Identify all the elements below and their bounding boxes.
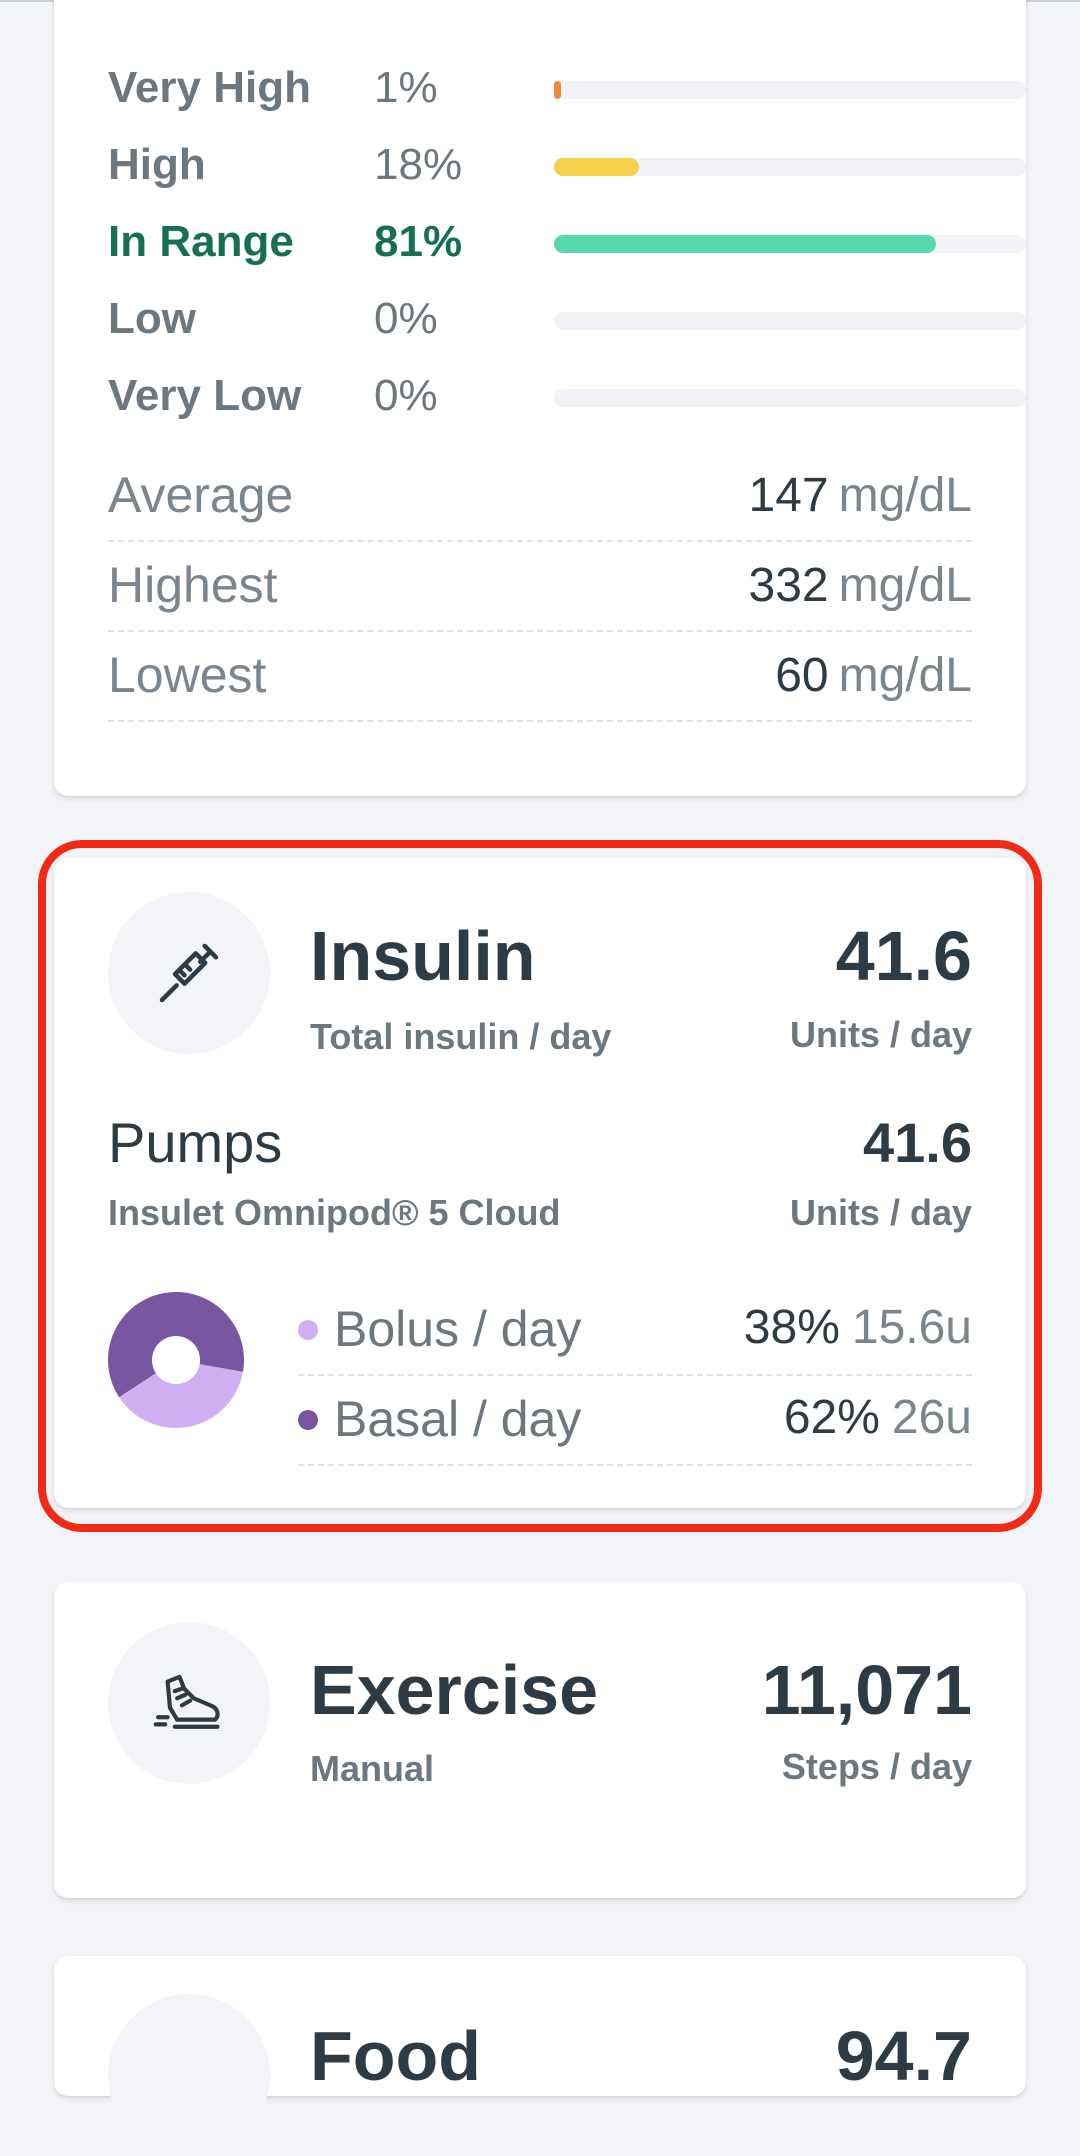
range-label: High: [108, 140, 206, 189]
exercise-card[interactable]: Exercise Manual 11,071 Steps / day: [54, 1582, 1026, 1898]
food-total: 94.7: [835, 2017, 972, 2095]
range-label: Very High: [108, 63, 311, 112]
sneaker-icon: [108, 1622, 270, 1784]
stat-label: Highest: [108, 557, 278, 613]
insulin-total: 41.6: [835, 917, 972, 995]
range-bar-track: [554, 158, 1026, 176]
bolus-value: 38% 15.6u: [743, 1301, 972, 1354]
exercise-subtitle: Manual: [310, 1748, 435, 1789]
bolus-basal-donut-chart: [108, 1292, 244, 1428]
range-row-high: High 18%: [108, 137, 1026, 193]
range-percent: 0%: [374, 371, 438, 420]
basal-row: Basal / day 62% 26u: [298, 1376, 972, 1466]
basal-value: 62% 26u: [783, 1391, 972, 1444]
bolus-dot: [298, 1320, 318, 1340]
range-bar-track: [554, 312, 1026, 330]
glucose-card: Very High 1% High 18% In Range 81% Low 0…: [54, 0, 1026, 796]
stat-row-highest: Highest 332 mg/dL: [108, 544, 972, 632]
range-label: Very Low: [108, 371, 302, 420]
insulin-subtitle: Total insulin / day: [310, 1016, 612, 1057]
stat-row-average: Average 147 mg/dL: [108, 454, 972, 542]
range-percent: 1%: [374, 63, 438, 112]
food-card[interactable]: Food 94.7: [54, 1956, 1026, 2156]
insulin-total-unit: Units / day: [789, 1014, 972, 1055]
pumps-total: 41.6: [863, 1111, 972, 1174]
range-row-low: Low 0%: [108, 291, 1026, 347]
exercise-total-unit: Steps / day: [781, 1746, 972, 1787]
insulin-title: Insulin: [310, 917, 536, 995]
stat-value: 147 mg/dL: [748, 469, 973, 522]
exercise-total: 11,071: [761, 1651, 972, 1729]
basal-label: Basal / day: [334, 1391, 582, 1447]
range-percent: 81%: [374, 217, 463, 266]
range-percent: 0%: [374, 294, 438, 343]
pumps-title: Pumps: [108, 1111, 283, 1174]
stat-value: 332 mg/dL: [748, 559, 973, 612]
pumps-unit: Units / day: [789, 1192, 972, 1233]
stat-value: 60 mg/dL: [775, 649, 972, 702]
bolus-row: Bolus / day 38% 15.6u: [298, 1286, 972, 1376]
stat-label: Lowest: [108, 647, 267, 703]
range-row-in-range: In Range 81%: [108, 214, 1026, 270]
food-icon: [108, 1994, 270, 2156]
exercise-title: Exercise: [310, 1651, 599, 1729]
syringe-icon: [108, 892, 270, 1054]
insulin-card[interactable]: Insulin Total insulin / day 41.6 Units /…: [54, 858, 1026, 1508]
range-bar-track: [554, 389, 1026, 407]
range-row-very-low: Very Low 0%: [108, 368, 1026, 424]
range-label: In Range: [108, 217, 294, 266]
range-bar-fill: [554, 81, 562, 99]
bolus-label: Bolus / day: [334, 1301, 582, 1357]
stat-row-lowest: Lowest 60 mg/dL: [108, 634, 972, 722]
pumps-device: Insulet Omnipod® 5 Cloud: [108, 1192, 561, 1233]
range-bar-track: [554, 81, 1026, 99]
range-bar-fill: [554, 158, 639, 176]
food-title: Food: [310, 2017, 482, 2095]
range-percent: 18%: [374, 140, 463, 189]
range-row-very-high: Very High 1%: [108, 60, 1026, 116]
basal-dot: [298, 1410, 318, 1430]
range-bar-fill: [554, 235, 937, 253]
donut-hole: [152, 1336, 200, 1384]
range-label: Low: [108, 294, 196, 343]
stat-label: Average: [108, 467, 294, 523]
range-bar-track: [554, 235, 1026, 253]
